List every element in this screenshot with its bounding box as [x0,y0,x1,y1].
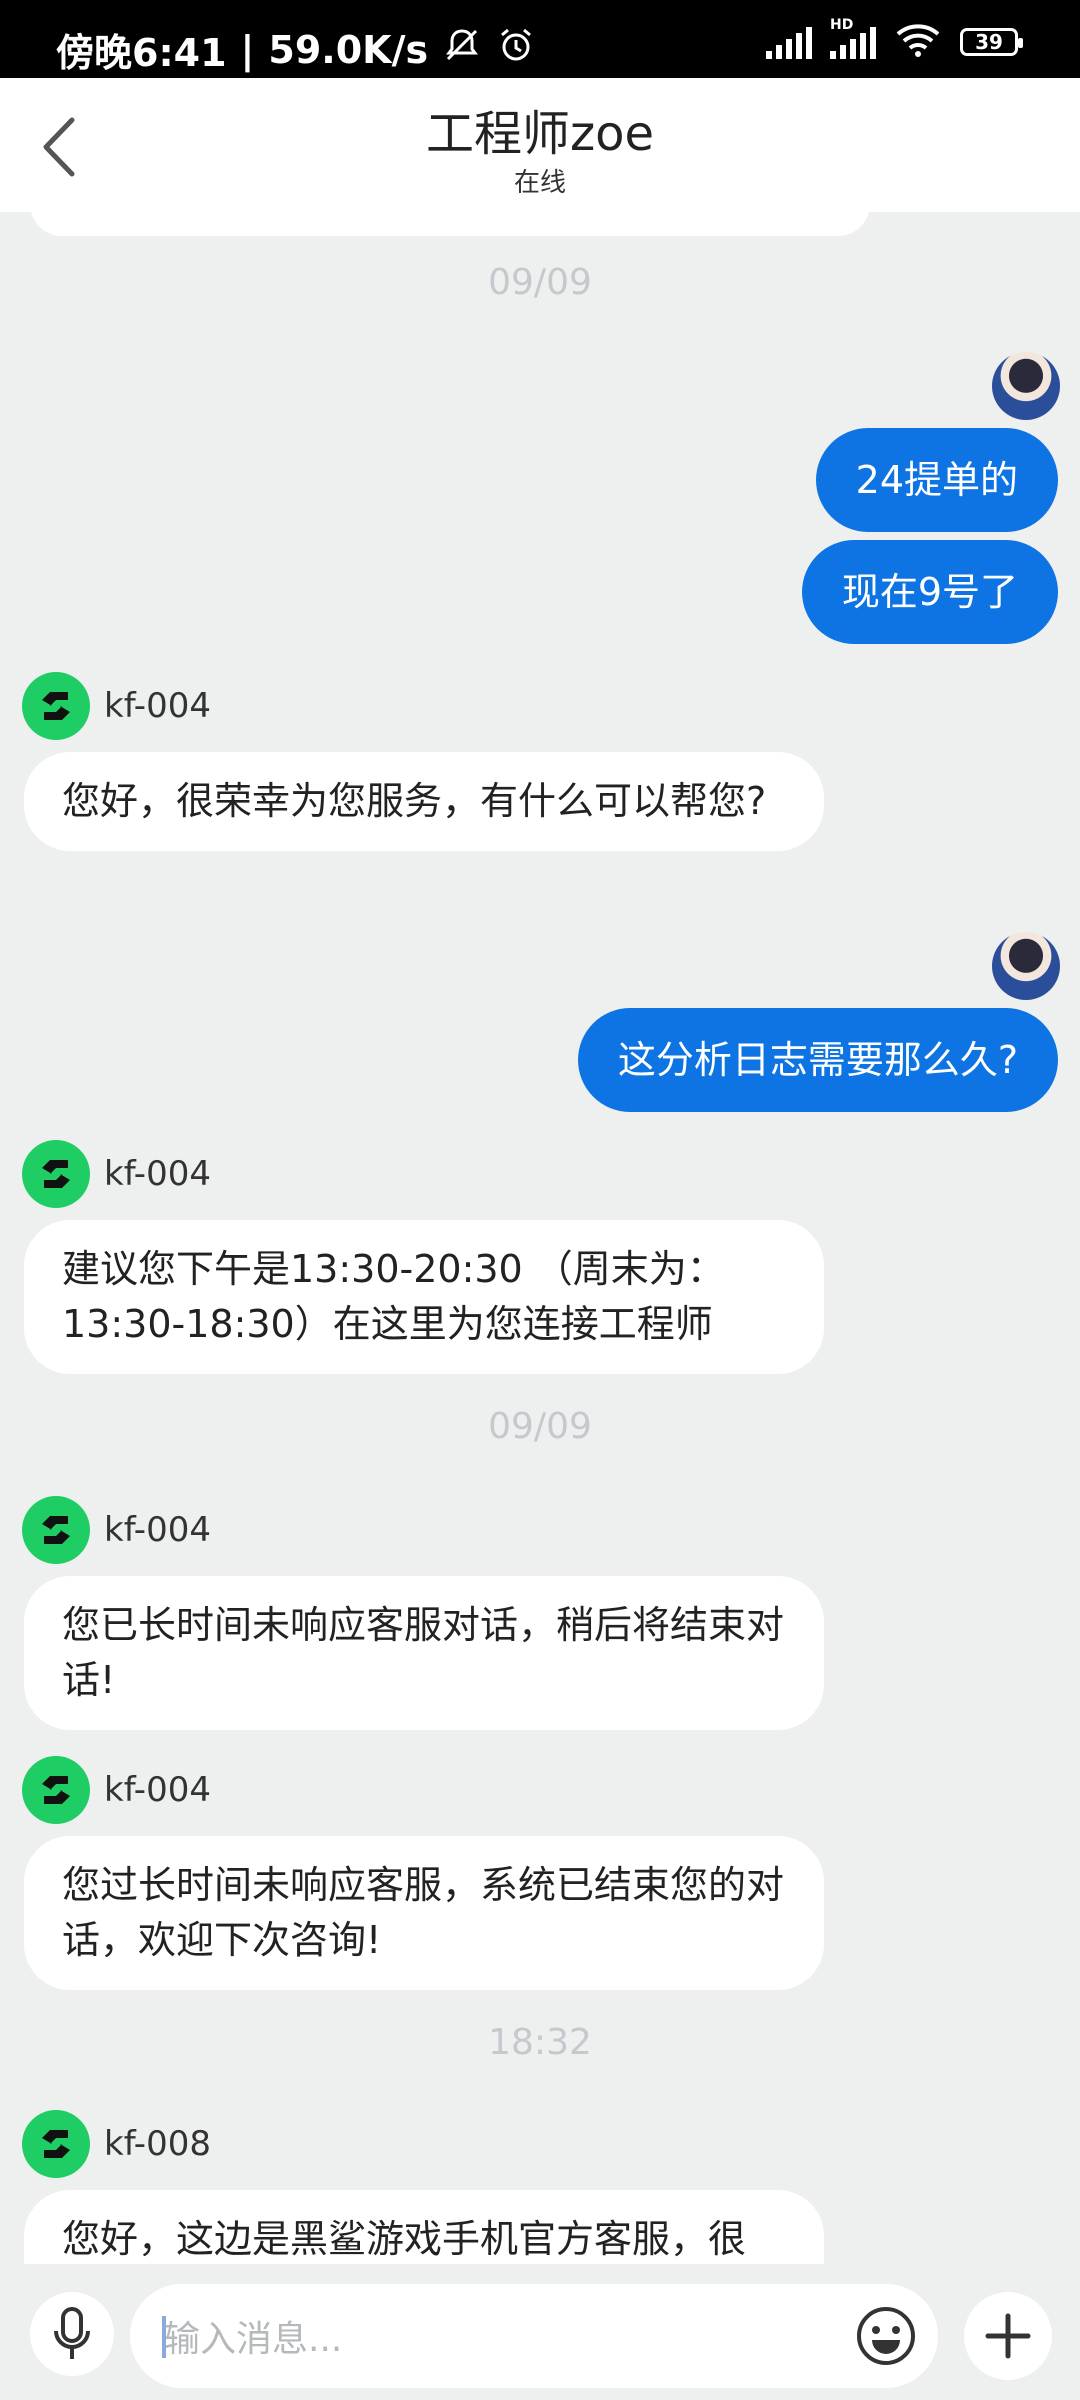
wifi-icon [894,22,942,62]
battery-icon: 39 [960,28,1023,56]
voice-button[interactable] [30,2292,114,2376]
input-placeholder: 输入消息... [164,2319,343,2360]
status-left: 傍晚6:41 | 59.0K/s [56,22,536,77]
microphone-icon [54,2307,90,2359]
incoming-message[interactable]: 建议您下午是13:30-20:30 （周末为：13:30-18:30）在这里为您… [24,1220,824,1374]
black-shark-logo-icon [22,2110,90,2178]
incoming-message[interactable]: 您好，这边是黑鲨游戏手机官方客服，很 [24,2190,824,2264]
hd-label: HD [830,17,854,33]
chat-header: 工程师zoe 在线 [0,78,1080,212]
incoming-message[interactable]: 您过长时间未响应客服，系统已结束您的对话，欢迎下次咨询! [24,1836,824,1990]
agent-header: kf-004 [22,1140,211,1208]
timestamp: 09/09 [488,262,592,303]
signal-icon [766,25,812,59]
timestamp: 09/09 [488,1406,592,1447]
status-right: HD 39 [766,17,1023,62]
agent-name: kf-004 [104,1770,211,1810]
contact-name: 工程师zoe [425,106,655,162]
plus-icon [985,2313,1031,2359]
agent-name: kf-004 [104,1154,211,1194]
black-shark-logo-icon [22,1140,90,1208]
agent-name: kf-008 [104,2124,211,2164]
network-speed: 59.0K/s [268,27,429,72]
contact-status: 在线 [513,168,566,198]
outgoing-message[interactable]: 现在9号了 [801,540,1058,644]
alarm-icon [496,25,536,74]
input-bar: 输入消息... [0,2264,1080,2400]
agent-header: kf-004 [22,1496,211,1564]
agent-header: kf-008 [22,2110,211,2178]
agent-name: kf-004 [104,686,211,726]
user-avatar[interactable] [992,352,1060,420]
message-list[interactable]: 09/09 24提单的 现在9号了 kf-004 您好，很荣幸为您服务，有什么可… [0,212,1080,2264]
incoming-message[interactable]: 您好，很荣幸为您服务，有什么可以帮您? [24,752,824,851]
outgoing-message[interactable]: 这分析日志需要那么久? [577,1008,1058,1112]
agent-name: kf-004 [104,1510,211,1550]
incoming-message[interactable]: 您已长时间未响应客服对话，稍后将结束对话! [24,1576,824,1730]
agent-header: kf-004 [22,1756,211,1824]
more-button[interactable] [964,2292,1052,2380]
timestamp: 18:32 [488,2022,592,2063]
black-shark-logo-icon [22,1756,90,1824]
previous-message-bubble [30,212,870,236]
message-input[interactable]: 输入消息... [130,2284,938,2388]
emoji-icon[interactable] [854,2304,918,2368]
status-separator: | [240,27,255,72]
status-bar: 傍晚6:41 | 59.0K/s HD 39 [0,0,1080,78]
agent-header: kf-004 [22,672,211,740]
user-avatar[interactable] [992,932,1060,1000]
outgoing-message[interactable]: 24提单的 [815,428,1058,532]
mute-notification-icon [442,25,482,74]
black-shark-logo-icon [22,672,90,740]
black-shark-logo-icon [22,1496,90,1564]
signal-hd-icon: HD [830,17,876,59]
status-time: 傍晚6:41 [56,31,227,75]
